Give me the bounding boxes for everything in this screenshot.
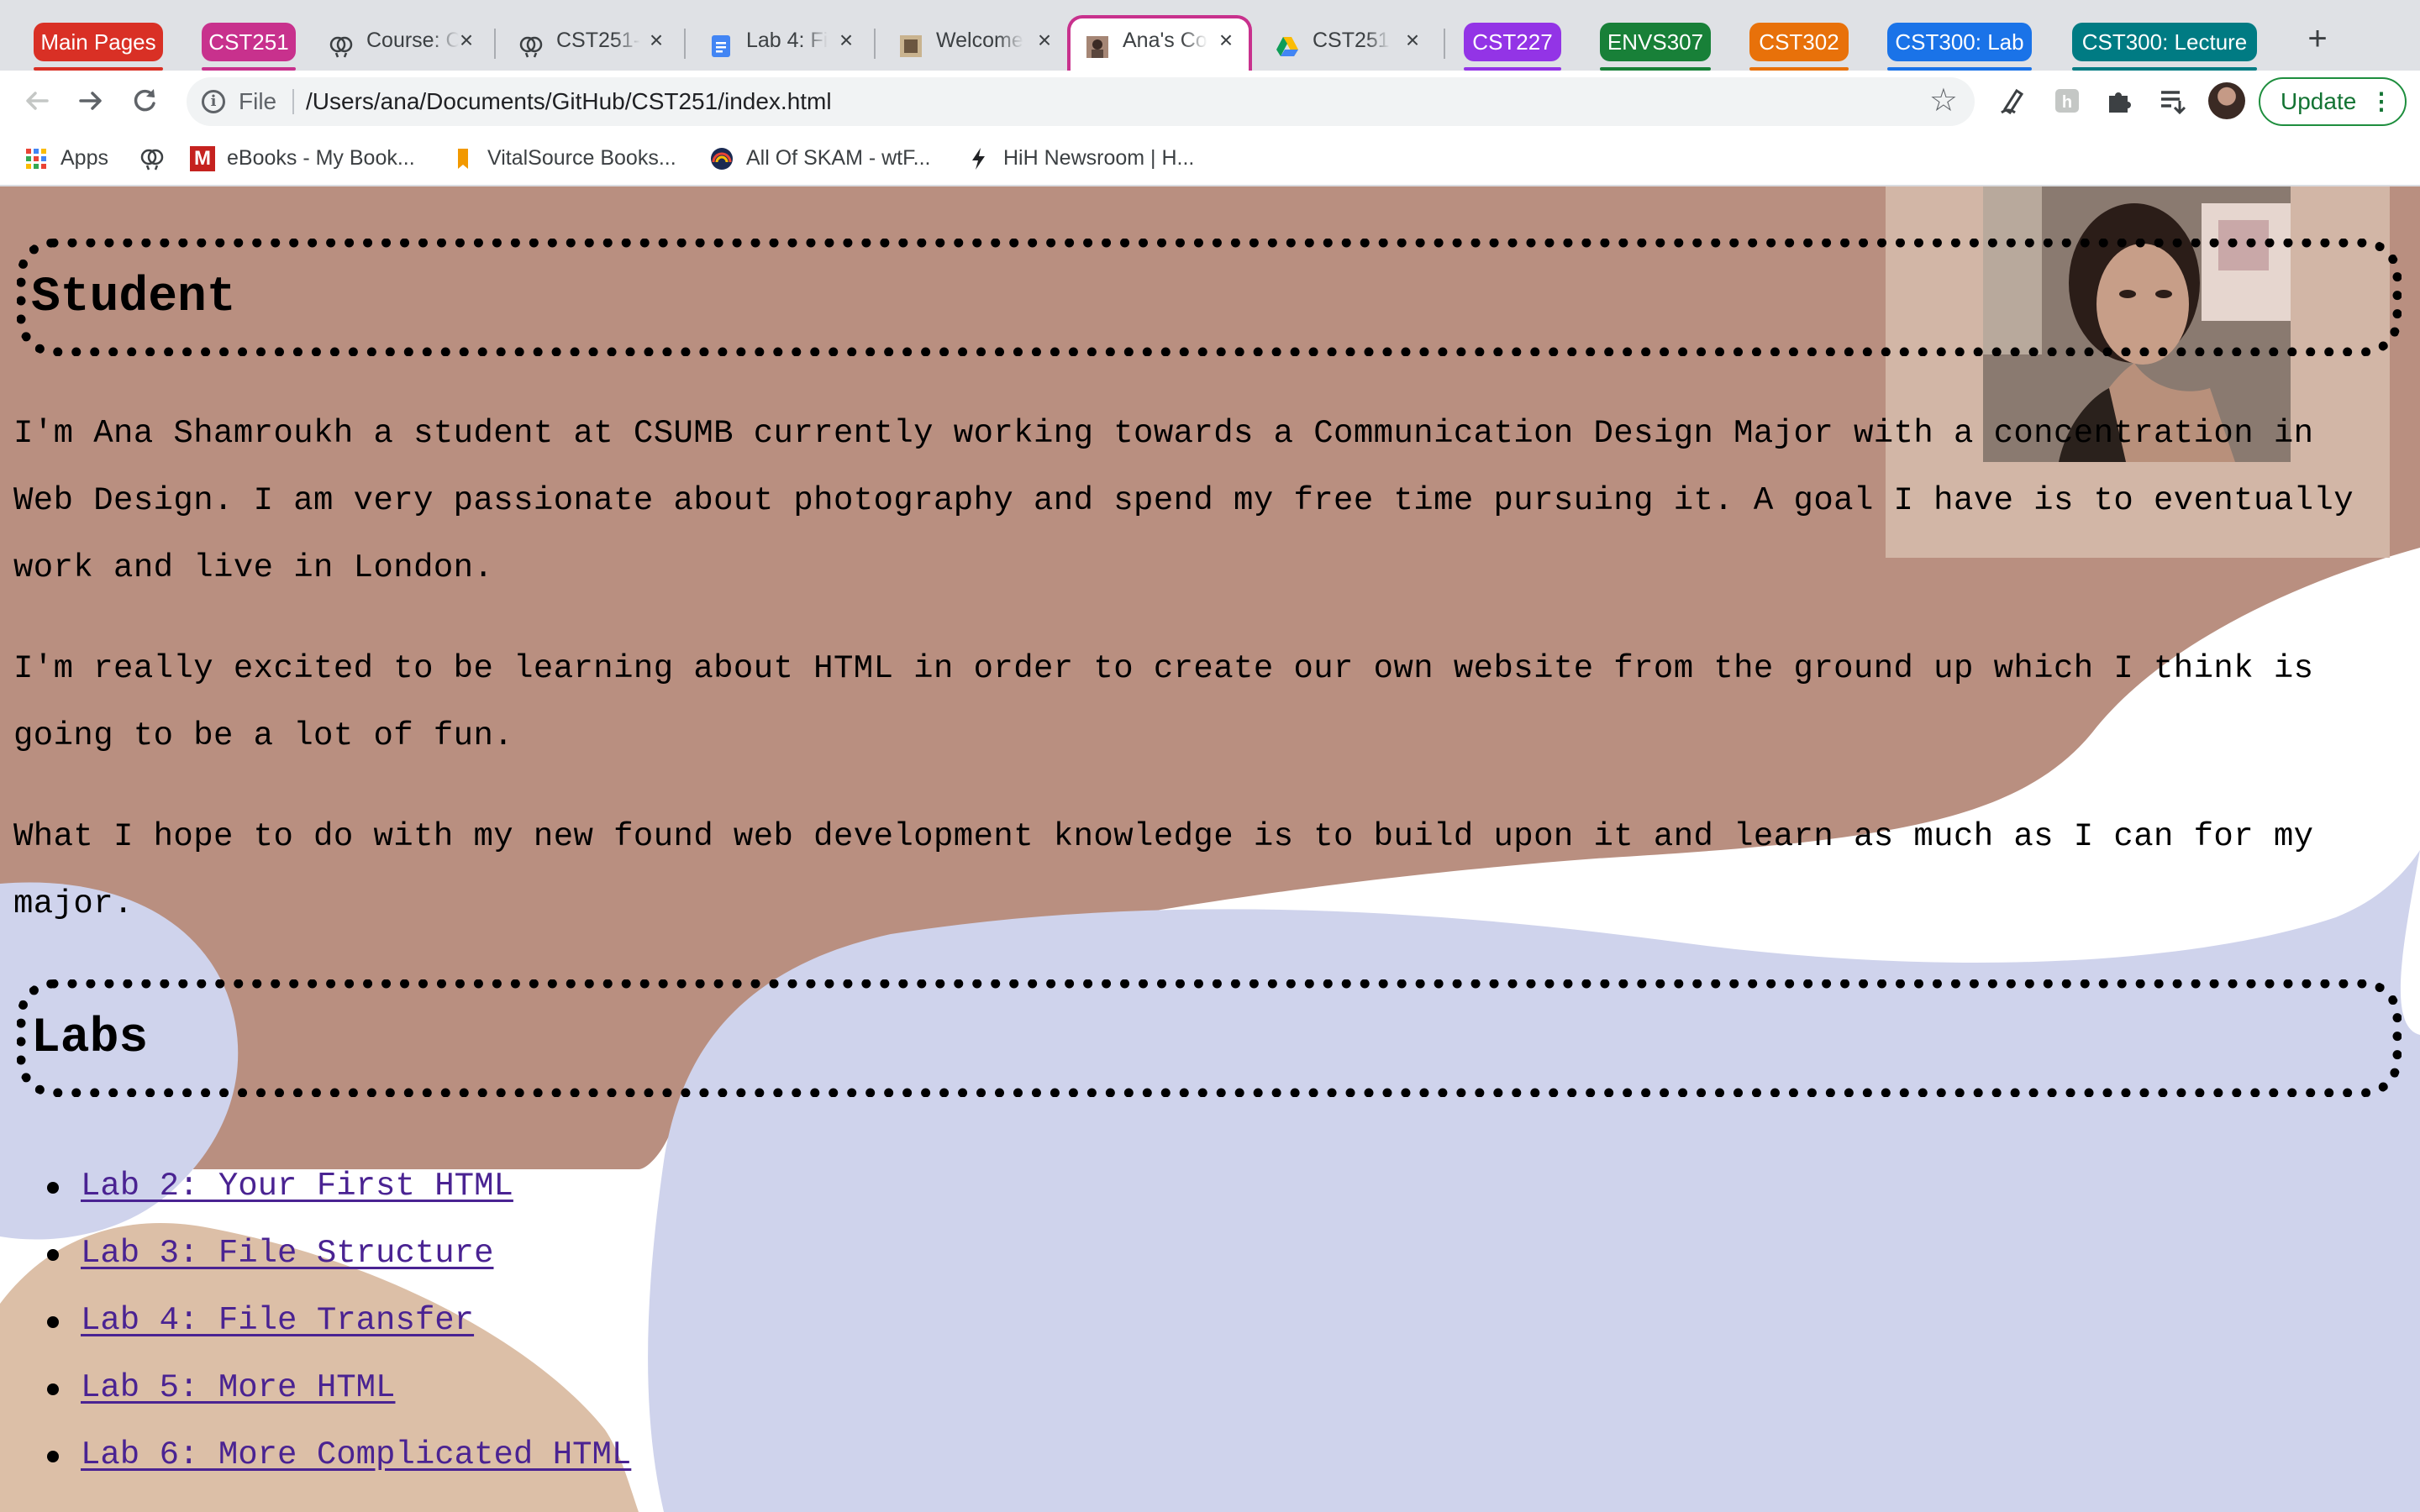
tab-group-cst300-lecture[interactable]: CST300: Lecture (2072, 23, 2257, 71)
bookmark-label: eBooks - My Book... (227, 146, 415, 170)
close-icon[interactable]: × (835, 29, 857, 52)
bookmark-label: VitalSource Books... (487, 146, 676, 170)
bookmark-skam[interactable]: All Of SKAM - wtF... (709, 143, 930, 173)
m-logo-icon: M (190, 146, 215, 172)
excitement-paragraph: I'm really excited to be learning about … (13, 650, 2314, 754)
tab-title: Ana's Co (1123, 29, 1207, 52)
tab-group-envs307[interactable]: ENVS307 (1600, 23, 1711, 71)
brain-icon (329, 29, 353, 58)
reload-icon (134, 89, 155, 112)
tab-cst251-drive[interactable]: CST251 × (1257, 18, 1435, 71)
lab-3-link[interactable]: Lab 3: File Structure (81, 1235, 493, 1272)
bookmark-vitalsource[interactable]: VitalSource Books... (450, 143, 676, 173)
tab-title: Welcome (936, 29, 1023, 52)
new-tab-button[interactable]: + (2299, 20, 2336, 57)
brain-icon (139, 146, 165, 171)
tab-separator (1444, 29, 1445, 59)
lightning-icon (966, 146, 992, 171)
google-drive-icon (1276, 29, 1299, 56)
tab-group-main-pages[interactable]: Main Pages (34, 23, 163, 71)
tab-title: Course: C (366, 29, 459, 52)
tab-anas-course-active[interactable]: Ana's Co × (1067, 15, 1252, 72)
forward-arrow-icon (79, 92, 102, 110)
tab-strip: Main Pages CST251 Course: C × CST251- × … (0, 0, 2420, 72)
url-scheme-label: File (239, 88, 277, 114)
kebab-menu-icon[interactable]: ⋮ (2370, 79, 2393, 124)
update-label: Update (2281, 88, 2357, 114)
pen-extension-icon[interactable] (1996, 84, 2030, 118)
bookmark-star-icon[interactable]: ☆ (1929, 84, 1958, 118)
info-icon[interactable]: i (202, 90, 225, 113)
tab-separator (684, 29, 686, 59)
tab-title: Lab 4: Fi (746, 29, 829, 52)
list-item: Lab 6: More Complicated HTML (45, 1421, 631, 1488)
tab-group-cst302[interactable]: CST302 (1749, 23, 1849, 71)
reading-list-icon[interactable] (2156, 84, 2190, 118)
reload-button[interactable] (126, 82, 163, 119)
list-item: Lab 2: Your First HTML (45, 1152, 631, 1220)
forward-button[interactable] (72, 82, 109, 119)
tab-welcome[interactable]: Welcome × (881, 18, 1067, 71)
google-docs-icon (709, 29, 733, 57)
back-arrow-icon (26, 92, 49, 110)
tab-group-cst227[interactable]: CST227 (1464, 23, 1561, 71)
goals-paragraph: What I hope to do with my new found web … (13, 818, 2314, 922)
list-item: Lab 3: File Structure (45, 1220, 631, 1287)
list-item: Lab 5: More HTML (45, 1354, 631, 1421)
labs-section-header: Labs (17, 979, 2402, 1097)
tab-lab4-doc[interactable]: Lab 4: Fi × (691, 18, 869, 71)
svg-text:h: h (2062, 93, 2072, 112)
tab-course[interactable]: Course: C × (311, 18, 489, 71)
tab-title: CST251- (556, 29, 641, 52)
bookmark-label: HiH Newsroom | H... (1003, 146, 1195, 170)
vitalsource-icon (450, 146, 476, 171)
apps-grid-icon (24, 146, 49, 171)
h-extension-icon[interactable]: h (2050, 84, 2084, 118)
address-bar[interactable]: i File /Users/ana/Documents/GitHub/CST25… (187, 77, 1975, 126)
student-section-header: Student (17, 239, 2402, 356)
close-icon[interactable]: × (1402, 29, 1423, 52)
puzzle-extensions-icon[interactable] (2102, 84, 2136, 118)
bookmark-brain[interactable] (139, 143, 176, 173)
close-icon[interactable]: × (645, 29, 667, 52)
update-button[interactable]: Update ⋮ (2259, 77, 2407, 126)
tab-group-cst251[interactable]: CST251 (202, 23, 296, 71)
rainbow-circle-icon (709, 146, 734, 171)
lab-5-link[interactable]: Lab 5: More HTML (81, 1369, 395, 1406)
bookmark-label: All Of SKAM - wtF... (746, 146, 931, 170)
browser-toolbar: i File /Users/ana/Documents/GitHub/CST25… (0, 71, 2420, 131)
back-button[interactable] (18, 82, 55, 119)
student-heading: Student (31, 270, 236, 325)
omnibox-divider (292, 89, 294, 114)
portrait-thumbnail-icon (1086, 30, 1109, 58)
bookmark-apps[interactable]: Apps (24, 143, 108, 173)
lab-2-link[interactable]: Lab 2: Your First HTML (81, 1168, 513, 1205)
url-text[interactable]: /Users/ana/Documents/GitHub/CST251/index… (306, 88, 832, 115)
close-icon[interactable]: × (1034, 29, 1055, 52)
bookmark-label: Apps (60, 146, 108, 170)
close-icon[interactable]: × (455, 29, 477, 52)
bookmark-hih-newsroom[interactable]: HiH Newsroom | H... (966, 143, 1194, 173)
lavender-blob (648, 850, 2420, 1512)
page-thumbnail-icon (899, 29, 923, 57)
tab-separator (874, 29, 876, 59)
tab-title: CST251 (1313, 29, 1390, 52)
labs-heading: Labs (31, 1011, 149, 1066)
labs-list: Lab 2: Your First HTML Lab 3: File Struc… (45, 1152, 631, 1488)
page-viewport[interactable]: Student I'm Ana Shamroukh a student at C… (0, 186, 2420, 1512)
tab-group-cst300-lab[interactable]: CST300: Lab (1887, 23, 2032, 71)
bookmark-ebooks[interactable]: MeBooks - My Book... (190, 143, 415, 173)
lab-4-link[interactable]: Lab 4: File Transfer (81, 1302, 474, 1339)
tab-cst251-brain[interactable]: CST251- × (501, 18, 679, 71)
tab-separator (494, 29, 496, 59)
brain-icon (519, 29, 543, 58)
close-icon[interactable]: × (1215, 29, 1237, 52)
profile-avatar[interactable] (2208, 82, 2245, 119)
intro-paragraph: I'm Ana Shamroukh a student at CSUMB cur… (13, 415, 2354, 586)
bookmarks-bar: Apps MeBooks - My Book... VitalSource Bo… (0, 131, 2420, 186)
lab-6-link[interactable]: Lab 6: More Complicated HTML (81, 1436, 631, 1473)
list-item: Lab 4: File Transfer (45, 1287, 631, 1354)
